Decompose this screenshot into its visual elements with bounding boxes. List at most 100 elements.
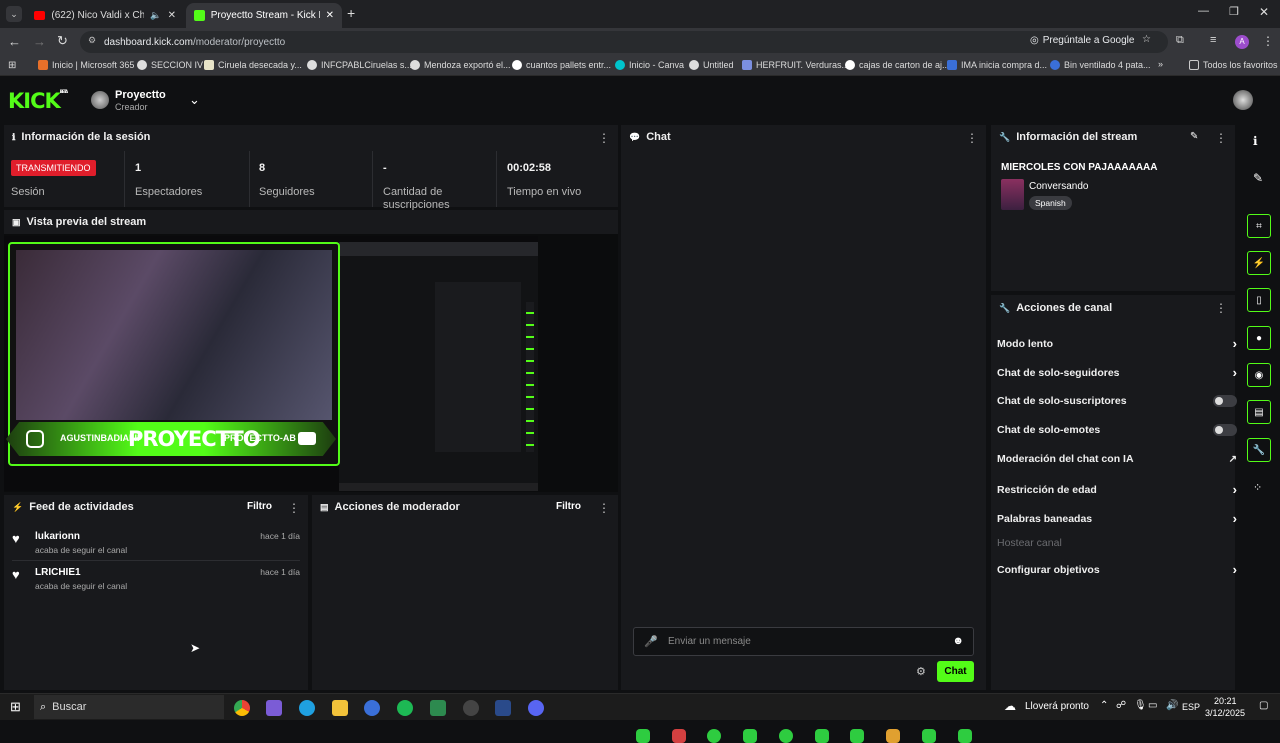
file-explorer-icon[interactable] <box>332 700 348 716</box>
kebab-menu-icon[interactable]: ⋮ <box>1215 131 1227 145</box>
emote-icon[interactable] <box>815 729 829 743</box>
edit-pencil-icon[interactable]: ✎ <box>1190 131 1198 142</box>
steam-icon[interactable] <box>463 700 479 716</box>
kick-logo[interactable]: KICKBETA <box>8 89 68 113</box>
kebab-menu-icon[interactable]: ⋮ <box>1215 301 1227 315</box>
mod-filter-button[interactable]: Filtro <box>556 501 581 512</box>
emote-icon[interactable] <box>743 729 757 743</box>
emote-icon[interactable] <box>707 729 721 743</box>
chat-settings-gear-icon[interactable]: ⚙ <box>916 665 926 678</box>
keyboard-lang[interactable]: ESP <box>1182 702 1200 712</box>
speaker-icon[interactable]: 🔈 <box>150 10 161 21</box>
bookmark-item[interactable]: Inicio - Canva <box>615 60 684 70</box>
kebab-menu-icon[interactable]: ⋮ <box>966 131 978 145</box>
mic-icon[interactable]: 🎤 <box>644 635 658 648</box>
new-tab-button[interactable]: + <box>347 5 355 21</box>
copilot-icon[interactable] <box>266 700 282 716</box>
bolt-icon[interactable]: ⚡ <box>1247 251 1271 275</box>
browser-menu-icon[interactable]: ⋮ <box>1262 34 1274 48</box>
ask-google-button[interactable]: ◎ Pregúntale a Google <box>1030 35 1134 46</box>
star-icon[interactable]: ☆ <box>1142 34 1151 45</box>
chrome-icon[interactable] <box>234 700 250 716</box>
slow-mode-row[interactable]: Modo lento › <box>997 336 1237 351</box>
chat-message-input[interactable]: 🎤 Enviar un mensaje ☻ <box>633 627 974 656</box>
kebab-menu-icon[interactable]: ⋮ <box>288 501 300 515</box>
emote-icon[interactable] <box>958 729 972 743</box>
bookmark-item[interactable]: IMA inicia compra d... <box>947 60 1047 70</box>
bookmark-item[interactable]: Mendoza exportó el... <box>410 60 511 70</box>
volume-icon[interactable]: 🔊 <box>1166 700 1178 711</box>
configure-goals-row[interactable]: Configurar objetivos › <box>997 562 1237 577</box>
forward-icon[interactable]: → <box>33 34 46 49</box>
document-icon[interactable]: ▯ <box>1247 288 1271 312</box>
stream-video[interactable]: AGUSTINBADIALII PROYECTTO PROYECTTO-AB <box>4 236 538 491</box>
feed-user[interactable]: lukarionn <box>35 531 80 542</box>
edit-icon[interactable]: ✎ <box>1253 171 1263 185</box>
age-restriction-row[interactable]: Restricción de edad › <box>997 482 1237 497</box>
reload-icon[interactable]: ↻ <box>57 33 68 49</box>
site-info-icon[interactable]: ⚙ <box>88 35 96 46</box>
back-icon[interactable]: ← <box>8 34 21 49</box>
chat-send-button[interactable]: Chat <box>937 661 974 682</box>
url-input[interactable]: ⚙ dashboard.kick.com/moderator/proyectto… <box>80 31 1168 53</box>
app-icon[interactable] <box>430 700 446 716</box>
all-favorites-button[interactable]: Todos los favoritos <box>1189 60 1278 70</box>
tray-chevron-icon[interactable]: ⌃ <box>1100 700 1108 711</box>
network-icon[interactable]: ☍ <box>1116 700 1126 711</box>
emoji-icon[interactable]: ☻ <box>952 635 964 647</box>
close-window-button[interactable]: ✕ <box>1259 5 1269 19</box>
spotify-icon[interactable] <box>397 700 413 716</box>
extensions-icon[interactable]: ⧉ <box>1176 34 1184 47</box>
app-icon[interactable] <box>364 700 380 716</box>
user-avatar[interactable] <box>1233 90 1253 110</box>
feed-user[interactable]: LRICHIE1 <box>35 567 81 578</box>
wrench-icon[interactable]: 🔧 <box>1247 438 1271 462</box>
media-icon[interactable]: ≡ <box>1210 34 1216 46</box>
channel-avatar[interactable] <box>91 91 109 109</box>
profile-avatar[interactable]: A <box>1235 35 1249 49</box>
emotes-only-toggle[interactable] <box>1213 424 1237 436</box>
bookmark-item[interactable]: cajas de carton de aj... <box>845 60 950 70</box>
maximize-button[interactable]: ❐ <box>1229 5 1239 18</box>
edge-icon[interactable] <box>299 700 315 716</box>
emote-icon[interactable] <box>672 729 686 743</box>
discord-icon[interactable] <box>528 700 544 716</box>
bookmark-item[interactable]: Inicio | Microsoft 365 <box>38 60 134 70</box>
kebab-menu-icon[interactable]: ⋮ <box>598 131 610 145</box>
tab-close-icon[interactable]: ✕ <box>168 10 176 21</box>
apps-icon[interactable]: ⊞ <box>8 60 16 71</box>
banned-words-row[interactable]: Palabras baneadas › <box>997 511 1237 526</box>
bookmark-item[interactable]: cuantos pallets entr... <box>512 60 611 70</box>
emote-icon[interactable] <box>922 729 936 743</box>
taskbar-search[interactable]: ⌕ Buscar <box>34 695 224 719</box>
bookmark-item[interactable]: Untitled <box>689 60 734 70</box>
emote-icon[interactable] <box>779 729 793 743</box>
subs-only-toggle[interactable] <box>1213 395 1237 407</box>
emote-icon[interactable] <box>850 729 864 743</box>
emote-icon[interactable] <box>636 729 650 743</box>
clock-date[interactable]: 3/12/2025 <box>1205 708 1245 718</box>
tab-youtube[interactable]: (622) Nico Valdi x Chofer x 🔈 ✕ <box>26 3 184 28</box>
emote-icon[interactable] <box>886 729 900 743</box>
tab-search-icon[interactable]: ⌄ <box>6 6 22 22</box>
layout-icon[interactable]: ▤ <box>1247 400 1271 424</box>
ai-moderation-row[interactable]: Moderación del chat con IA ↗ <box>997 453 1237 465</box>
tab-kick[interactable]: Proyectto Stream - Kick Dashbo ✕ <box>186 3 342 28</box>
followers-only-row[interactable]: Chat de solo-seguidores › <box>997 365 1237 380</box>
broadcast-icon[interactable]: ◉ <box>1247 363 1271 387</box>
wifi-icon[interactable]: ▭ <box>1148 700 1157 711</box>
channel-switcher-chevron-icon[interactable]: ⌄ <box>189 92 200 108</box>
category-name[interactable]: Conversando <box>1029 181 1088 192</box>
bookmark-item[interactable]: Ciruela desecada y... <box>204 60 302 70</box>
weather-text[interactable]: Lloverá pronto <box>1025 701 1089 712</box>
bookmark-item[interactable]: SECCION IV <box>137 60 203 70</box>
bookmark-item[interactable]: Bin ventilado 4 pata... <box>1050 60 1151 70</box>
tab-close-icon[interactable]: ✕ <box>326 10 334 21</box>
app-icon[interactable] <box>495 700 511 716</box>
scene-icon[interactable]: ⌗ <box>1247 214 1271 238</box>
minimize-button[interactable]: — <box>1198 5 1209 17</box>
bookmark-item[interactable]: HERFRUIT. Verduras... <box>742 60 849 70</box>
notifications-icon[interactable]: ▢ <box>1259 700 1268 711</box>
apps-dots-icon[interactable]: ⁘ <box>1253 481 1262 494</box>
info-icon[interactable]: ℹ <box>1253 134 1258 148</box>
